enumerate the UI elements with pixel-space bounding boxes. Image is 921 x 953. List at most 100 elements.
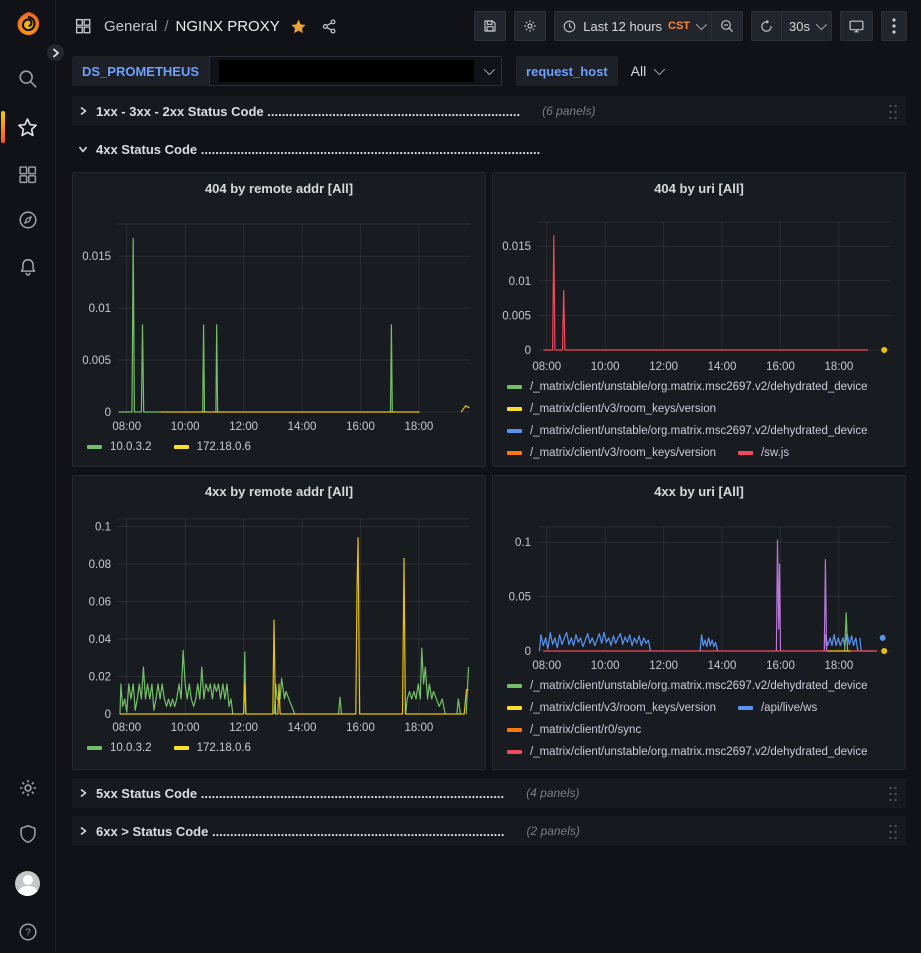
svg-text:08:00: 08:00 [112,722,141,734]
dashboard-header: General / NGINX PROXY Last 12 hours CST [56,0,921,52]
chevron-right-icon [78,788,88,798]
datasource-select[interactable] [209,56,502,86]
main-content: General / NGINX PROXY Last 12 hours CST [56,0,921,953]
row-drag-handle[interactable] [888,823,898,839]
legend-item[interactable]: /_matrix/client/unstable/org.matrix.msc2… [507,680,868,692]
legend-item[interactable]: 172.18.0.6 [174,742,251,754]
sidebar: ? [0,0,56,953]
star-icon [16,116,39,139]
legend-label: /_matrix/client/v3/room_keys/version [530,702,716,714]
page-title[interactable]: NGINX PROXY [176,18,280,35]
breadcrumb-folder[interactable]: General [104,18,157,35]
svg-text:18:00: 18:00 [824,361,853,373]
svg-text:?: ? [25,928,31,939]
legend-item[interactable]: /_matrix/client/unstable/org.matrix.msc2… [507,381,868,393]
legend-item[interactable]: /api/live/ws [738,702,817,714]
sidebar-item-dashboards[interactable] [0,162,56,186]
svg-text:08:00: 08:00 [112,421,141,433]
svg-text:10:00: 10:00 [591,660,620,672]
sidebar-item-starred[interactable] [0,115,56,139]
save-dashboard-button[interactable] [474,11,506,41]
favorite-star-icon[interactable] [290,18,307,35]
refresh-interval-label: 30s [789,19,810,34]
legend-item[interactable]: /_matrix/client/unstable/org.matrix.msc2… [507,746,868,758]
row-drag-handle[interactable] [888,785,898,801]
dashboard-breadcrumb-icon[interactable] [74,17,92,35]
svg-text:0.01: 0.01 [509,276,531,288]
sidebar-item-server-admin[interactable] [0,822,56,846]
legend-swatch-icon [507,407,522,411]
svg-text:0.005: 0.005 [82,355,111,367]
row-panel-count: (4 panels) [526,786,579,800]
legend-item[interactable]: /_matrix/client/unstable/org.matrix.msc2… [507,425,868,437]
svg-text:0: 0 [105,407,111,419]
sidebar-item-help[interactable]: ? [0,920,56,944]
legend-item[interactable]: /_matrix/client/v3/room_keys/version [507,702,716,714]
avatar [15,871,40,896]
shield-icon [17,823,39,845]
active-section-indicator [1,111,5,143]
panel-title[interactable]: 404 by uri [All] [493,178,905,202]
sidebar-item-profile[interactable] [0,870,56,896]
sidebar-item-explore[interactable] [0,208,56,232]
panel-title[interactable]: 4xx by remote addr [All] [73,481,485,505]
share-icon[interactable] [321,18,338,35]
legend-swatch-icon [507,429,522,433]
row-drag-handle[interactable] [888,103,898,119]
zoom-out-time-button[interactable] [712,11,743,41]
legend-row: /_matrix/client/r0/sync [507,719,895,741]
panel-title[interactable]: 4xx by uri [All] [493,481,905,505]
svg-text:16:00: 16:00 [346,421,375,433]
legend-swatch-icon [507,706,522,710]
svg-text:12:00: 12:00 [649,361,678,373]
time-range-picker[interactable]: Last 12 hours CST [554,11,712,41]
chevron-down-icon [484,64,495,75]
sidebar-item-configuration[interactable] [0,776,56,800]
svg-text:0.08: 0.08 [89,559,111,571]
legend-item[interactable]: /_matrix/client/v3/room_keys/version [507,403,716,415]
legend-swatch-icon [507,385,522,389]
refresh-button[interactable] [751,11,782,41]
clock-icon [562,19,577,34]
svg-text:14:00: 14:00 [708,361,737,373]
apps-grid-icon [17,164,38,185]
legend-label: /_matrix/client/v3/room_keys/version [530,403,716,415]
legend-item[interactable]: 10.0.3.2 [87,742,152,754]
svg-text:10:00: 10:00 [171,421,200,433]
panel-title[interactable]: 404 by remote addr [All] [73,178,485,202]
sidebar-item-alerting[interactable] [0,255,56,279]
row-header-1xx-3xx-2xx[interactable]: 1xx - 3xx - 2xx Status Code ............… [72,96,906,126]
cycle-view-mode-button[interactable] [840,11,873,41]
refresh-interval-dropdown[interactable]: 30s [782,11,832,41]
svg-text:18:00: 18:00 [824,660,853,672]
legend-label: /_matrix/client/unstable/org.matrix.msc2… [530,680,868,692]
row-header-6xx[interactable]: 6xx > Status Code ......................… [72,816,906,846]
dashboard-settings-button[interactable] [514,11,546,41]
legend-item[interactable]: /_matrix/client/v3/room_keys/version [507,447,716,459]
legend-item[interactable]: 10.0.3.2 [87,441,152,453]
legend-item[interactable]: /_matrix/client/r0/sync [507,724,641,736]
sidebar-expand-button[interactable] [44,41,67,64]
legend-item[interactable]: 172.18.0.6 [174,441,251,453]
legend-swatch-icon [87,445,102,449]
svg-text:10:00: 10:00 [591,361,620,373]
chart-404-by-remote-addr[interactable]: 08:0010:0012:0014:0016:0018:0000.0050.01… [76,202,480,434]
chart-4xx-by-remote-addr[interactable]: 08:0010:0012:0014:0016:0018:0000.020.040… [76,505,480,735]
chart-404-by-uri[interactable]: 08:0010:0012:0014:0016:0018:0000.0050.01… [496,202,900,374]
legend-label: /_matrix/client/unstable/org.matrix.msc2… [530,425,868,437]
svg-text:14:00: 14:00 [708,660,737,672]
row-header-4xx[interactable]: 4xx Status Code ........................… [72,134,906,164]
more-options-button[interactable] [881,11,907,41]
legend-label: /_matrix/client/unstable/org.matrix.msc2… [530,746,868,758]
request-host-select[interactable]: All [622,56,672,86]
grafana-logo-icon[interactable] [0,10,56,40]
request-host-value: All [631,63,647,79]
chart-4xx-by-uri[interactable]: 08:0010:0012:0014:0016:0018:0000.050.1 [496,505,900,673]
legend-row: /_matrix/client/unstable/org.matrix.msc2… [507,741,895,761]
search-icon [17,68,39,90]
legend-item[interactable]: /sw.js [738,447,789,459]
svg-text:16:00: 16:00 [766,361,795,373]
sidebar-item-search[interactable] [0,67,56,91]
svg-text:14:00: 14:00 [288,722,317,734]
row-header-5xx[interactable]: 5xx Status Code ........................… [72,778,906,808]
